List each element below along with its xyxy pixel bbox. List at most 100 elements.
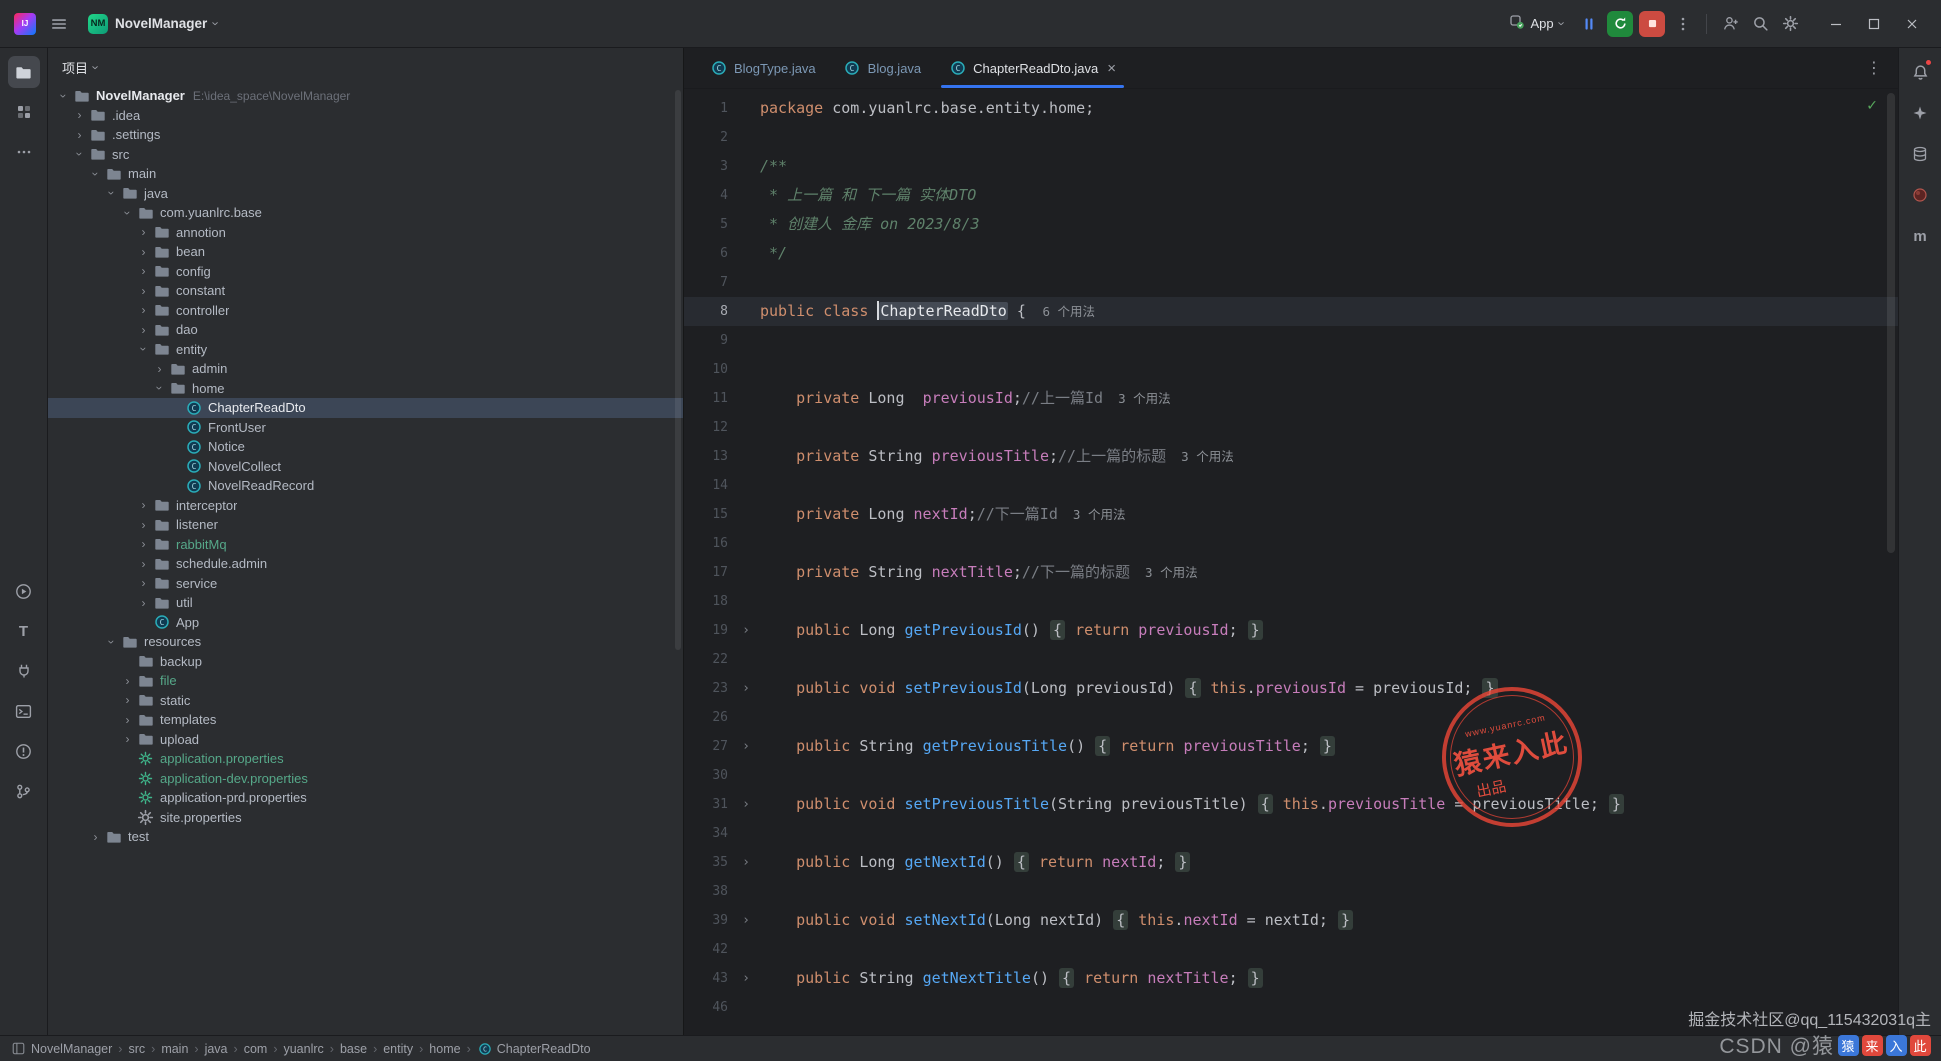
project-selector[interactable]: NM NovelManager › — [80, 10, 227, 38]
tree-item-upload[interactable]: › upload — [48, 730, 683, 750]
line-number[interactable]: 22 — [684, 645, 732, 674]
tree-chevron-icon[interactable]: › — [57, 88, 71, 103]
endpoints-tool-icon[interactable] — [8, 655, 40, 687]
tree-item-app[interactable]: C App — [48, 613, 683, 633]
tree-item-schedule-admin[interactable]: › schedule.admin — [48, 554, 683, 574]
tree-item-backup[interactable]: backup — [48, 652, 683, 672]
line-number[interactable]: 9 — [684, 326, 732, 355]
settings-icon[interactable] — [1775, 9, 1805, 39]
tree-item-resources[interactable]: › resources — [48, 632, 683, 652]
more-actions-icon[interactable] — [1668, 9, 1698, 39]
line-number[interactable]: 8 — [684, 297, 732, 326]
breadcrumb-item[interactable]: java — [205, 1042, 228, 1056]
tree-chevron-icon[interactable]: › — [121, 205, 135, 220]
tree-chevron-icon[interactable]: › — [136, 499, 151, 511]
tree-item-novelmanager[interactable]: › NovelManager E:\idea_space\NovelManager — [48, 86, 683, 106]
main-menu-icon[interactable] — [44, 9, 74, 39]
line-number[interactable]: 26 — [684, 703, 732, 732]
fold-chevron-icon[interactable]: › — [732, 848, 760, 877]
structure-tool-icon[interactable] — [8, 96, 40, 128]
tree-item-site-properties[interactable]: site.properties — [48, 808, 683, 828]
line-number[interactable]: 43 — [684, 964, 732, 993]
version-control-tool-icon[interactable] — [8, 775, 40, 807]
fold-chevron-icon[interactable]: › — [732, 616, 760, 645]
tab-close-icon[interactable]: × — [1107, 60, 1116, 77]
tree-item-frontuser[interactable]: C FrontUser — [48, 418, 683, 438]
stop-button[interactable] — [1639, 10, 1665, 37]
tree-item-application-prd-properties[interactable]: application-prd.properties — [48, 788, 683, 808]
line-number[interactable]: 10 — [684, 355, 732, 384]
breadcrumb-item[interactable]: src — [128, 1042, 145, 1056]
line-number[interactable]: 15 — [684, 500, 732, 529]
line-number[interactable]: 11 — [684, 384, 732, 413]
maximize-button[interactable] — [1855, 5, 1893, 43]
profiler-tool-icon[interactable] — [1904, 179, 1936, 211]
line-number[interactable]: 1 — [684, 94, 732, 123]
tree-item-controller[interactable]: › controller — [48, 301, 683, 321]
tree-item-bean[interactable]: › bean — [48, 242, 683, 262]
tree-chevron-icon[interactable]: › — [72, 109, 87, 121]
tree-chevron-icon[interactable]: › — [136, 304, 151, 316]
tab-blogtype-java[interactable]: C BlogType.java — [696, 48, 830, 88]
inspection-ok-icon[interactable]: ✓ — [1866, 97, 1878, 114]
line-number[interactable]: 17 — [684, 558, 732, 587]
line-number[interactable]: 14 — [684, 471, 732, 500]
tab-options-icon[interactable]: ⋮ — [1850, 58, 1898, 78]
line-number[interactable]: 13 — [684, 442, 732, 471]
tree-chevron-icon[interactable]: › — [105, 634, 119, 649]
tree-item--settings[interactable]: › .settings — [48, 125, 683, 145]
tree-item-main[interactable]: › main — [48, 164, 683, 184]
breadcrumb-item[interactable]: yuanlrc — [283, 1042, 323, 1056]
project-scrollbar[interactable] — [675, 90, 681, 650]
tree-chevron-icon[interactable]: › — [105, 186, 119, 201]
tree-chevron-icon[interactable]: › — [136, 597, 151, 609]
tree-chevron-icon[interactable]: › — [136, 577, 151, 589]
line-number[interactable]: 19 — [684, 616, 732, 645]
tree-item-annotion[interactable]: › annotion — [48, 223, 683, 243]
project-tool-icon[interactable] — [7, 56, 40, 88]
tree-chevron-icon[interactable]: › — [120, 733, 135, 745]
line-number[interactable]: 27 — [684, 732, 732, 761]
tree-chevron-icon[interactable]: › — [136, 226, 151, 238]
fold-chevron-icon[interactable]: › — [732, 964, 760, 993]
minimize-button[interactable] — [1817, 5, 1855, 43]
breadcrumb-item[interactable]: base — [340, 1042, 367, 1056]
line-number[interactable]: 39 — [684, 906, 732, 935]
line-number[interactable]: 12 — [684, 413, 732, 442]
line-number[interactable]: 16 — [684, 529, 732, 558]
breadcrumb-item[interactable]: main — [161, 1042, 188, 1056]
breadcrumb-item[interactable]: NovelManager — [31, 1042, 112, 1056]
tree-item-home[interactable]: › home — [48, 379, 683, 399]
tree-item-admin[interactable]: › admin — [48, 359, 683, 379]
notifications-icon[interactable] — [1904, 56, 1936, 88]
tree-chevron-icon[interactable]: › — [73, 147, 87, 162]
tree-chevron-icon[interactable]: › — [136, 538, 151, 550]
tree-chevron-icon[interactable]: › — [120, 694, 135, 706]
problems-tool-icon[interactable] — [8, 735, 40, 767]
editor-scrollbar[interactable] — [1887, 93, 1895, 553]
tree-chevron-icon[interactable]: › — [136, 558, 151, 570]
tab-chapterreaddto-java[interactable]: C ChapterReadDto.java × — [935, 48, 1130, 88]
pause-button[interactable] — [1574, 9, 1604, 39]
project-panel-header[interactable]: 项目 › — [48, 48, 683, 86]
line-number[interactable]: 4 — [684, 181, 732, 210]
line-number[interactable]: 38 — [684, 877, 732, 906]
tree-chevron-icon[interactable]: › — [136, 519, 151, 531]
line-number[interactable]: 31 — [684, 790, 732, 819]
fold-chevron-icon[interactable]: › — [732, 732, 760, 761]
code-with-me-icon[interactable] — [1715, 9, 1745, 39]
search-everywhere-icon[interactable] — [1745, 9, 1775, 39]
line-number[interactable]: 23 — [684, 674, 732, 703]
tree-item-test[interactable]: › test — [48, 827, 683, 847]
fold-chevron-icon[interactable]: › — [732, 790, 760, 819]
tree-chevron-icon[interactable]: › — [137, 342, 151, 357]
tree-item-entity[interactable]: › entity — [48, 340, 683, 360]
ai-assistant-icon[interactable] — [1904, 97, 1936, 129]
line-number[interactable]: 3 — [684, 152, 732, 181]
run-config-selector[interactable]: App › — [1503, 10, 1570, 37]
code-editor[interactable]: ✓ 1 package com.yuanlrc.base.entity.home;… — [684, 89, 1898, 1035]
tree-item-interceptor[interactable]: › interceptor — [48, 496, 683, 516]
line-number[interactable]: 30 — [684, 761, 732, 790]
tree-item-service[interactable]: › service — [48, 574, 683, 594]
line-number[interactable]: 2 — [684, 123, 732, 152]
